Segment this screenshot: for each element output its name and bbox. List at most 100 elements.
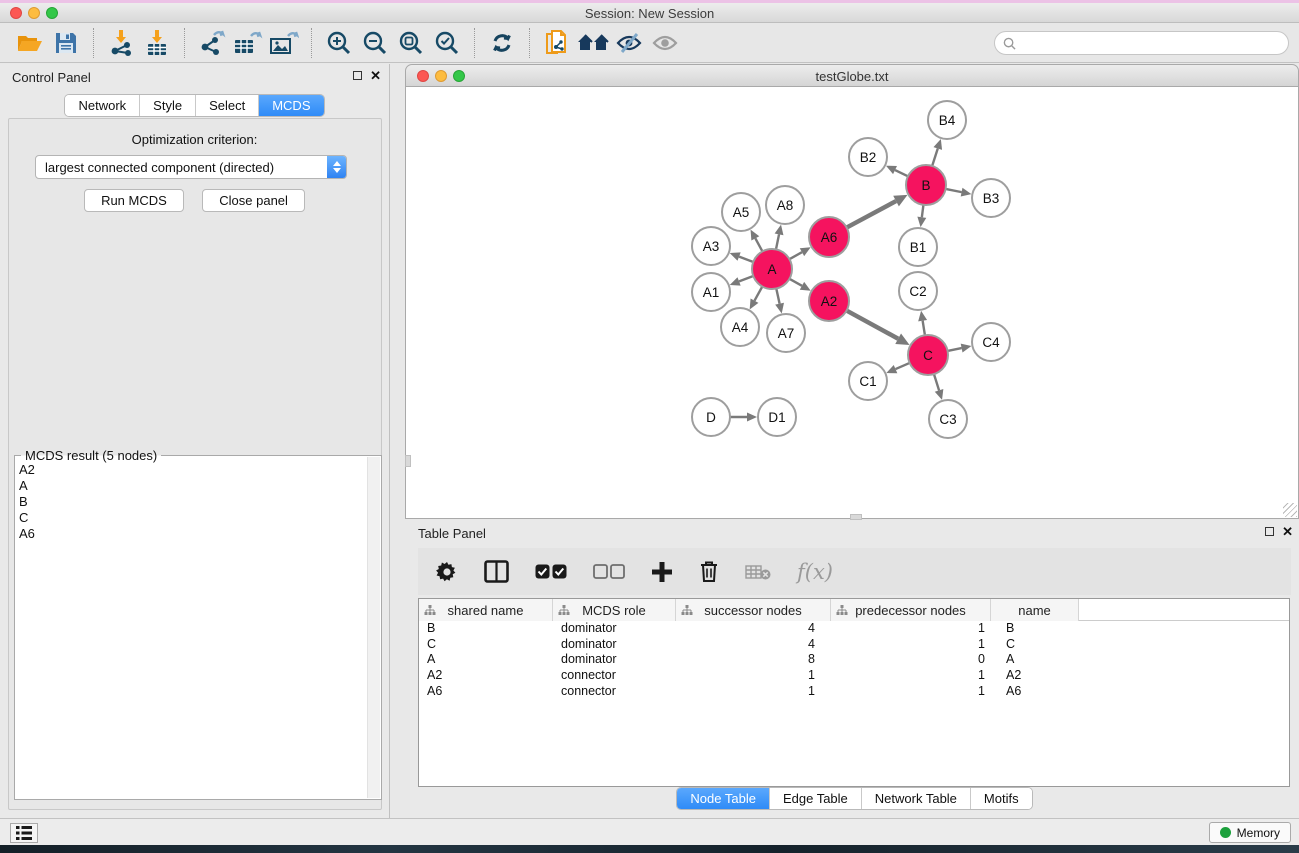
table-cell[interactable]: 4	[676, 637, 831, 653]
table-cell[interactable]: A	[419, 652, 553, 668]
graph-edge-A6-B[interactable]	[847, 201, 896, 227]
network-graph[interactable]: B4B2BB3A5A8A6B1A3AC2A1A2A4A7C4CC1C3DD1	[406, 87, 1298, 517]
table-cell[interactable]: 1	[676, 684, 831, 700]
table-cell[interactable]: A	[991, 652, 1079, 668]
graph-node-A[interactable]: A	[752, 249, 792, 289]
column-header-predecessor-nodes[interactable]: predecessor nodes	[831, 599, 991, 621]
tab-node-table[interactable]: Node Table	[677, 788, 770, 809]
tab-mcds[interactable]: MCDS	[259, 95, 323, 116]
export-network-icon[interactable]	[194, 27, 230, 59]
table-cell[interactable]: connector	[553, 668, 676, 684]
table-cell[interactable]: 1	[831, 668, 991, 684]
table-cell[interactable]: 4	[676, 621, 831, 637]
zoom-selected-icon[interactable]	[429, 27, 465, 59]
tab-network-table[interactable]: Network Table	[862, 788, 971, 809]
graph-edge-B-B3[interactable]	[946, 189, 962, 192]
graph-node-C2[interactable]: C2	[899, 272, 937, 310]
graph-node-C[interactable]: C	[908, 335, 948, 375]
graph-node-A3[interactable]: A3	[692, 227, 730, 265]
graph-edge-A-A8[interactable]	[776, 234, 779, 249]
graph-node-C3[interactable]: C3	[929, 400, 967, 438]
hide-panels-eye-icon[interactable]	[611, 27, 647, 59]
tab-select[interactable]: Select	[196, 95, 259, 116]
graph-node-A1[interactable]: A1	[692, 273, 730, 311]
graph-node-D1[interactable]: D1	[758, 398, 796, 436]
graph-edge-B-B1[interactable]	[922, 205, 924, 217]
function-builder-icon[interactable]: f(x)	[797, 560, 833, 584]
table-row[interactable]: A6connector11A6	[419, 684, 1289, 700]
table-cell[interactable]: A2	[991, 668, 1079, 684]
graph-node-B1[interactable]: B1	[899, 228, 937, 266]
graph-edge-A-A5[interactable]	[755, 238, 762, 251]
graph-edge-A-A3[interactable]	[739, 257, 753, 262]
network-vscrollbar[interactable]	[405, 455, 411, 467]
graph-node-A4[interactable]: A4	[721, 308, 759, 346]
table-cell[interactable]: 1	[676, 668, 831, 684]
graph-node-C4[interactable]: C4	[972, 323, 1010, 361]
export-table-icon[interactable]	[230, 27, 266, 59]
search-input[interactable]	[1020, 36, 1288, 50]
show-panels-eye-icon[interactable]	[647, 27, 683, 59]
table-cell[interactable]: dominator	[553, 637, 676, 653]
close-panel-icon[interactable]: ✕	[370, 70, 381, 81]
table-cell[interactable]: A6	[991, 684, 1079, 700]
column-header-shared-name[interactable]: shared name	[419, 599, 553, 621]
result-item[interactable]: A6	[19, 526, 363, 542]
zoom-fit-icon[interactable]	[393, 27, 429, 59]
table-cell[interactable]: 1	[831, 621, 991, 637]
refresh-icon[interactable]	[484, 27, 520, 59]
zoom-out-icon[interactable]	[357, 27, 393, 59]
graph-node-A8[interactable]: A8	[766, 186, 804, 224]
table-cell[interactable]: C	[419, 637, 553, 653]
export-image-icon[interactable]	[266, 27, 302, 59]
graph-edge-B-B4[interactable]	[932, 149, 938, 166]
table-cell[interactable]: dominator	[553, 652, 676, 668]
graph-node-B4[interactable]: B4	[928, 101, 966, 139]
float-table-panel-icon[interactable]	[1265, 527, 1274, 536]
network-window-titlebar[interactable]: testGlobe.txt	[405, 64, 1299, 87]
task-history-button[interactable]	[10, 823, 38, 843]
table-cell[interactable]: connector	[553, 684, 676, 700]
table-cell[interactable]: 1	[831, 684, 991, 700]
run-mcds-button[interactable]: Run MCDS	[84, 189, 184, 212]
graph-node-B3[interactable]: B3	[972, 179, 1010, 217]
table-cell[interactable]: C	[991, 637, 1079, 653]
open-session-icon[interactable]	[12, 27, 48, 59]
node-table[interactable]: shared nameMCDS rolesuccessor nodesprede…	[418, 598, 1290, 787]
add-row-icon[interactable]	[651, 561, 673, 583]
table-row[interactable]: Bdominator41B	[419, 621, 1289, 637]
graph-edge-A-A2[interactable]	[789, 279, 802, 286]
mcds-result-list[interactable]: A2ABCA6	[19, 462, 363, 542]
settings-gear-icon[interactable]	[436, 561, 458, 583]
table-row[interactable]: Cdominator41C	[419, 637, 1289, 653]
close-panel-button[interactable]: Close panel	[202, 189, 305, 212]
table-row[interactable]: A2connector11A2	[419, 668, 1289, 684]
graph-edge-C-C3[interactable]	[934, 374, 939, 390]
memory-button[interactable]: Memory	[1209, 822, 1291, 843]
graph-edge-A-A7[interactable]	[776, 289, 779, 304]
float-panel-icon[interactable]	[353, 71, 362, 80]
graph-node-B[interactable]: B	[906, 165, 946, 205]
delete-table-icon[interactable]	[745, 564, 771, 580]
graph-node-B2[interactable]: B2	[849, 138, 887, 176]
table-cell[interactable]: A2	[419, 668, 553, 684]
column-header-MCDS-role[interactable]: MCDS role	[553, 599, 676, 621]
close-table-panel-icon[interactable]: ✕	[1282, 526, 1293, 537]
result-scrollbar[interactable]	[367, 457, 380, 798]
zoom-in-icon[interactable]	[321, 27, 357, 59]
import-table-icon[interactable]	[139, 27, 175, 59]
main-titlebar[interactable]: Session: New Session	[0, 3, 1299, 23]
graph-edge-A-A4[interactable]	[754, 287, 762, 301]
select-all-icon[interactable]	[535, 564, 567, 579]
graph-node-C1[interactable]: C1	[849, 362, 887, 400]
table-cell[interactable]: B	[419, 621, 553, 637]
result-item[interactable]: A	[19, 478, 363, 494]
network-canvas[interactable]: B4B2BB3A5A8A6B1A3AC2A1A2A4A7C4CC1C3DD1	[405, 87, 1299, 519]
graph-edge-A-A1[interactable]	[739, 276, 753, 281]
table-cell[interactable]: B	[991, 621, 1079, 637]
graph-edge-B-B2[interactable]	[895, 170, 908, 176]
copy-network-icon[interactable]	[539, 27, 575, 59]
graph-node-A5[interactable]: A5	[722, 193, 760, 231]
search-field[interactable]	[994, 31, 1289, 55]
graph-edge-C-C4[interactable]	[948, 348, 962, 351]
